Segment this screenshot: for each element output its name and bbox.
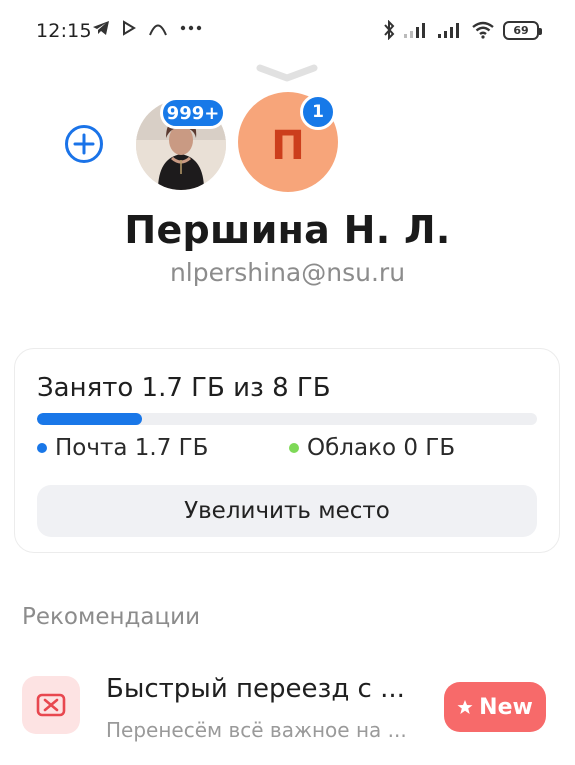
user-name: Першина Н. Л.	[124, 208, 451, 252]
arc-icon	[149, 24, 167, 36]
legend-mail: Почта 1.7 ГБ	[37, 435, 208, 461]
unread-badge-letter: 1	[300, 94, 336, 130]
add-account-icon[interactable]	[64, 124, 104, 164]
unread-badge-photo: 999+	[160, 97, 226, 129]
legend-cloud-dot	[289, 443, 299, 453]
status-right-icons: 69	[383, 20, 542, 40]
legend-mail-dot	[37, 443, 47, 453]
legend-mail-label: Почта 1.7 ГБ	[55, 435, 209, 461]
storage-progress-fill	[37, 413, 142, 425]
telegram-icon	[93, 21, 109, 35]
storage-title: Занято 1.7 ГБ из 8 ГБ	[37, 373, 331, 403]
status-left-icons	[92, 20, 202, 36]
play-icon	[123, 20, 136, 36]
avatar-initial: П	[271, 123, 305, 169]
status-bar: 12:15 69	[0, 0, 575, 62]
status-time: 12:15	[36, 20, 92, 42]
increase-storage-button[interactable]: Увеличить место	[37, 485, 537, 537]
legend-cloud: Облако 0 ГБ	[289, 435, 455, 461]
legend-cloud-label: Облако 0 ГБ	[307, 435, 456, 461]
bluetooth-icon	[384, 20, 395, 40]
new-badge-label: New	[479, 694, 533, 720]
signal-icon	[404, 23, 425, 38]
new-badge[interactable]: New	[444, 682, 546, 732]
storage-card: Занято 1.7 ГБ из 8 ГБ Почта 1.7 ГБ Облак…	[14, 348, 560, 553]
chevron-down-icon[interactable]	[256, 64, 318, 82]
storage-progress-bar	[37, 413, 537, 425]
mail-cross-icon	[22, 676, 80, 734]
recommendation-subtitle: Перенесём всё важное на ...	[106, 718, 407, 742]
signal-icon	[438, 23, 459, 38]
user-email: nlpershina@nsu.ru	[169, 258, 406, 287]
recommendation-item[interactable]: Быстрый переезд с ... Перенесём всё важн…	[0, 660, 575, 765]
star-icon	[457, 700, 473, 714]
battery-indicator: 69	[503, 20, 542, 40]
more-dots-icon	[180, 25, 202, 31]
wifi-icon	[472, 21, 494, 39]
recommendations-title: Рекомендации	[22, 604, 201, 630]
recommendation-title: Быстрый переезд с ...	[106, 674, 405, 704]
battery-level: 69	[513, 23, 529, 37]
